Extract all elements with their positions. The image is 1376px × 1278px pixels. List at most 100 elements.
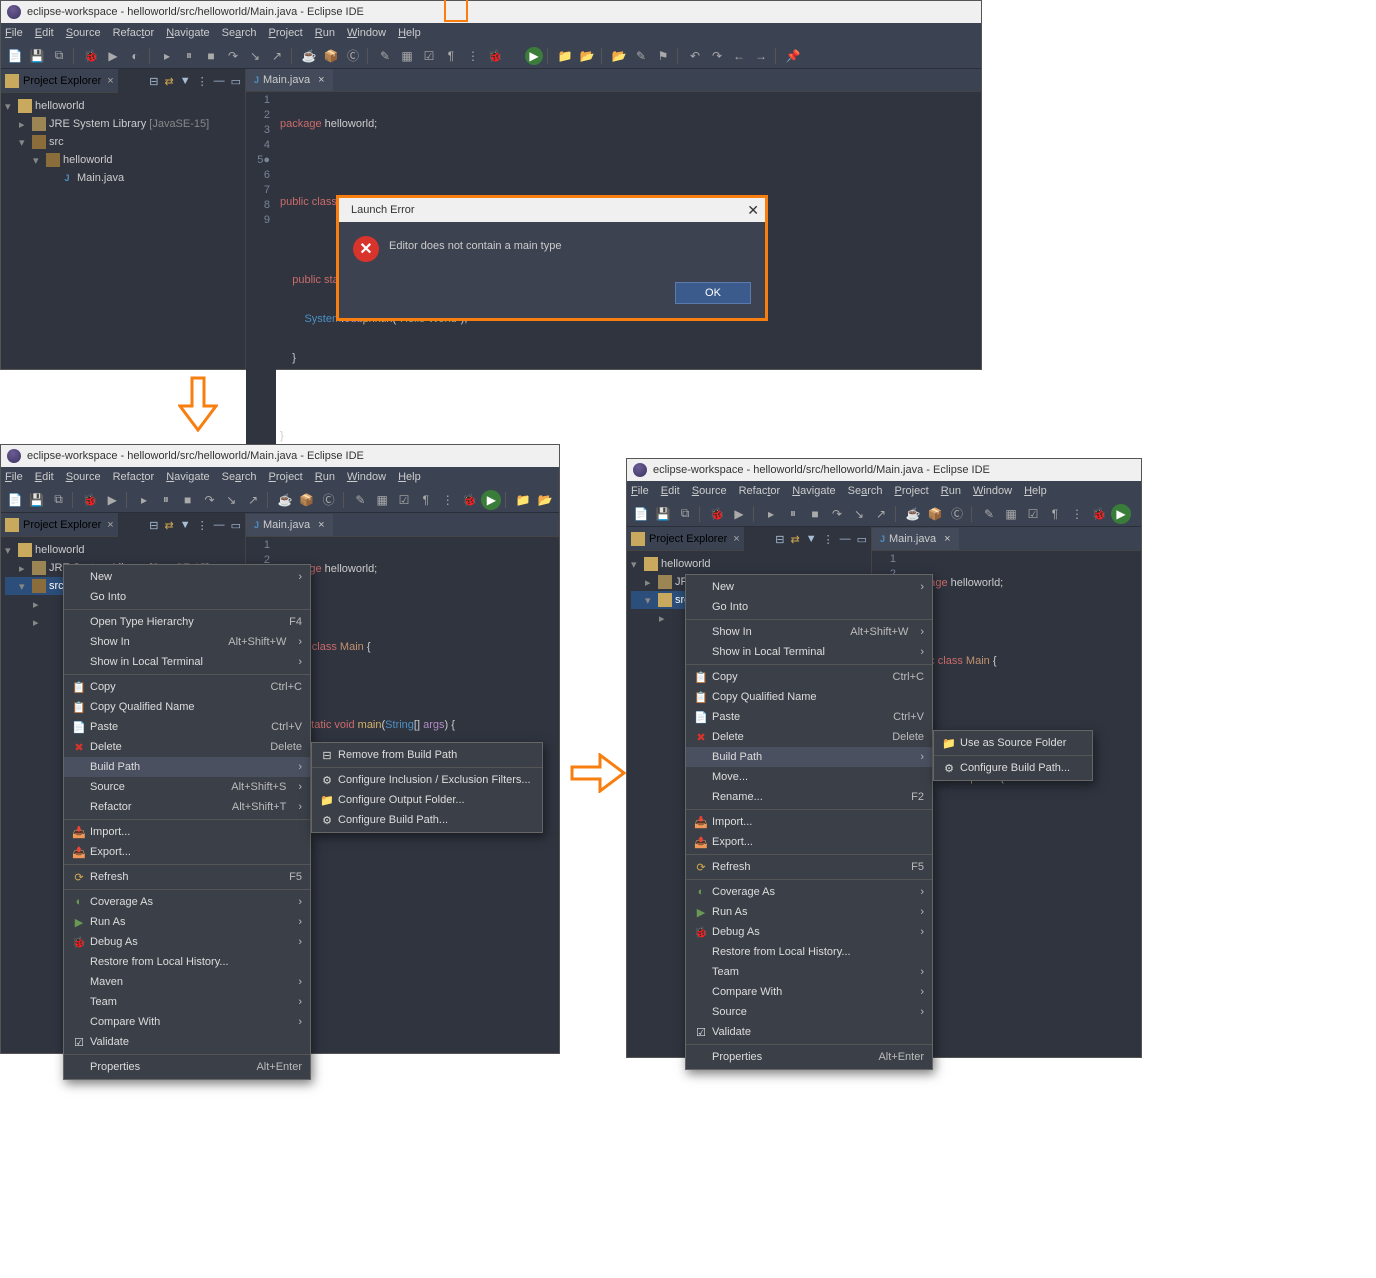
menu-bar[interactable]: File Edit Source Refactor Navigate Searc… xyxy=(1,23,981,43)
ctx2-export[interactable]: 📤Export... xyxy=(686,832,932,852)
ctx-build-path[interactable]: Build Path› xyxy=(64,757,310,777)
wand-icon[interactable]: ✎ xyxy=(375,46,395,66)
ok-button[interactable]: OK xyxy=(675,282,751,304)
menu-help[interactable]: Help xyxy=(398,27,421,39)
ctx2-move[interactable]: Move... xyxy=(686,767,932,787)
ctx-debug-as[interactable]: 🐞Debug As› xyxy=(64,932,310,952)
max-icon[interactable]: ▭ xyxy=(231,75,241,88)
menu-edit[interactable]: Edit xyxy=(35,27,54,39)
ctx2-show-in[interactable]: Show InAlt+Shift+W› xyxy=(686,622,932,642)
ctx2-copy[interactable]: 📋CopyCtrl+C xyxy=(686,667,932,687)
coverage-icon[interactable]: ◐ xyxy=(125,46,145,66)
tree-project[interactable]: ▾helloworld xyxy=(631,555,867,573)
ctx2-compare-with[interactable]: Compare With› xyxy=(686,982,932,1002)
new-pkg-icon[interactable]: 📦 xyxy=(321,46,341,66)
menu-file[interactable]: File xyxy=(5,27,23,39)
tree-pkg[interactable]: ▾helloworld xyxy=(5,151,241,169)
save-icon[interactable]: 💾 xyxy=(27,46,47,66)
ctx-team[interactable]: Team› xyxy=(64,992,310,1012)
view-menu-icon[interactable]: ⋮ xyxy=(197,75,208,88)
ctx2-delete[interactable]: ✖DeleteDelete xyxy=(686,727,932,747)
step-into-icon[interactable]: ↘ xyxy=(245,46,265,66)
ext2-icon[interactable]: 📂 xyxy=(577,46,597,66)
link-icon[interactable]: ⇄ xyxy=(164,75,173,88)
sub-cfg-build-path[interactable]: ⚙Configure Build Path... xyxy=(312,810,542,830)
marker-icon[interactable]: ⚑ xyxy=(653,46,673,66)
ctx2-show-local-terminal[interactable]: Show in Local Terminal› xyxy=(686,642,932,662)
debug-run-icon[interactable]: 🐞 xyxy=(485,46,505,66)
menu-bar[interactable]: FileEditSourceRefactorNavigateSearchProj… xyxy=(627,481,1141,501)
ctx2-run-as[interactable]: ▶Run As› xyxy=(686,902,932,922)
menu-refactor[interactable]: Refactor xyxy=(113,27,155,39)
tree-src[interactable]: ▾src xyxy=(5,133,241,151)
menu-search[interactable]: Search xyxy=(222,27,257,39)
ctx-open-type-hierarchy[interactable]: Open Type HierarchyF4 xyxy=(64,612,310,632)
fwd-icon[interactable]: → xyxy=(751,46,771,66)
pause-icon[interactable]: ⏸ xyxy=(179,46,199,66)
ctx-paste[interactable]: 📄PasteCtrl+V xyxy=(64,717,310,737)
ctx2-debug-as[interactable]: 🐞Debug As› xyxy=(686,922,932,942)
ctx2-new[interactable]: New› xyxy=(686,577,932,597)
ctx-coverage-as[interactable]: ◐Coverage As› xyxy=(64,892,310,912)
ctx-maven[interactable]: Maven› xyxy=(64,972,310,992)
tree-project[interactable]: ▾helloworld xyxy=(5,97,241,115)
run-button[interactable]: ▶ xyxy=(525,47,543,65)
menu-navigate[interactable]: Navigate xyxy=(166,27,209,39)
ctx2-import[interactable]: 📥Import... xyxy=(686,812,932,832)
ctx-refresh[interactable]: ⟳RefreshF5 xyxy=(64,867,310,887)
save-all-icon[interactable]: ⧉ xyxy=(49,46,69,66)
ctx-validate[interactable]: ☑Validate xyxy=(64,1032,310,1052)
editor-tab[interactable]: JMain.java× xyxy=(872,528,959,550)
sub-cfg-inclusion[interactable]: ⚙Configure Inclusion / Exclusion Filters… xyxy=(312,770,542,790)
context-menu-src[interactable]: New› Go Into Open Type HierarchyF4 Show … xyxy=(63,564,311,1080)
ctx-refactor[interactable]: RefactorAlt+Shift+T› xyxy=(64,797,310,817)
run-icon[interactable]: ▶ xyxy=(103,46,123,66)
menu-project[interactable]: Project xyxy=(269,27,303,39)
editor-tab[interactable]: JMain.java× xyxy=(246,514,333,536)
toggle-icon[interactable]: ¶ xyxy=(441,46,461,66)
ctx2-properties[interactable]: PropertiesAlt+Enter xyxy=(686,1047,932,1067)
pin-icon[interactable]: 📌 xyxy=(783,46,803,66)
ctx2-validate[interactable]: ☑Validate xyxy=(686,1022,932,1042)
project-tree[interactable]: ▾helloworld ▸JRE System Library [JavaSE-… xyxy=(1,93,245,191)
sub-remove-build-path[interactable]: ⊟Remove from Build Path xyxy=(312,745,542,765)
menu-window[interactable]: Window xyxy=(347,27,386,39)
new-class-icon[interactable]: Ⓒ xyxy=(343,46,363,66)
ctx2-coverage-as[interactable]: ◐Coverage As› xyxy=(686,882,932,902)
ctx-compare-with[interactable]: Compare With› xyxy=(64,1012,310,1032)
resume-icon[interactable]: ▸ xyxy=(157,46,177,66)
stop-icon[interactable]: ■ xyxy=(201,46,221,66)
ctx2-go-into[interactable]: Go Into xyxy=(686,597,932,617)
filter-icon[interactable]: ▼ xyxy=(180,75,191,87)
ctx2-team[interactable]: Team› xyxy=(686,962,932,982)
ctx-show-in[interactable]: Show InAlt+Shift+W› xyxy=(64,632,310,652)
step-out-icon[interactable]: ↗ xyxy=(267,46,287,66)
new-java-icon[interactable]: ☕ xyxy=(299,46,319,66)
ctx2-rename[interactable]: Rename...F2 xyxy=(686,787,932,807)
highlight-icon[interactable]: ✎ xyxy=(631,46,651,66)
ext-icon[interactable]: 📁 xyxy=(555,46,575,66)
ctx2-build-path[interactable]: Build Path› xyxy=(686,747,932,767)
sub-cfg-output[interactable]: 📁Configure Output Folder... xyxy=(312,790,542,810)
menu-run[interactable]: Run xyxy=(315,27,335,39)
sub2-use-as-source[interactable]: 📁Use as Source Folder xyxy=(934,733,1092,753)
ctx2-source[interactable]: Source› xyxy=(686,1002,932,1022)
build-path-submenu-1[interactable]: ⊟Remove from Build Path ⚙Configure Inclu… xyxy=(311,742,543,833)
ctx-run-as[interactable]: ▶Run As› xyxy=(64,912,310,932)
menu-source[interactable]: Source xyxy=(66,27,101,39)
ctx2-refresh[interactable]: ⟳RefreshF5 xyxy=(686,857,932,877)
ctx-copy[interactable]: 📋CopyCtrl+C xyxy=(64,677,310,697)
context-menu-folder[interactable]: New› Go Into Show InAlt+Shift+W› Show in… xyxy=(685,574,933,1070)
ctx-new[interactable]: New› xyxy=(64,567,310,587)
ctx-export[interactable]: 📤Export... xyxy=(64,842,310,862)
project-explorer-tab[interactable]: Project Explorer × xyxy=(1,69,118,93)
ctx2-restore-local[interactable]: Restore from Local History... xyxy=(686,942,932,962)
build-path-submenu-2[interactable]: 📁Use as Source Folder ⚙Configure Build P… xyxy=(933,730,1093,781)
sub2-cfg-build-path[interactable]: ⚙Configure Build Path... xyxy=(934,758,1092,778)
tree-jre[interactable]: ▸JRE System Library [JavaSE-15] xyxy=(5,115,241,133)
ctx2-paste[interactable]: 📄PasteCtrl+V xyxy=(686,707,932,727)
menu-bar[interactable]: FileEditSourceRefactorNavigateSearchProj… xyxy=(1,467,559,487)
task-icon[interactable]: ☑ xyxy=(419,46,439,66)
tree-project[interactable]: ▾helloworld xyxy=(5,541,241,559)
prev-ann-icon[interactable]: ↶ xyxy=(685,46,705,66)
